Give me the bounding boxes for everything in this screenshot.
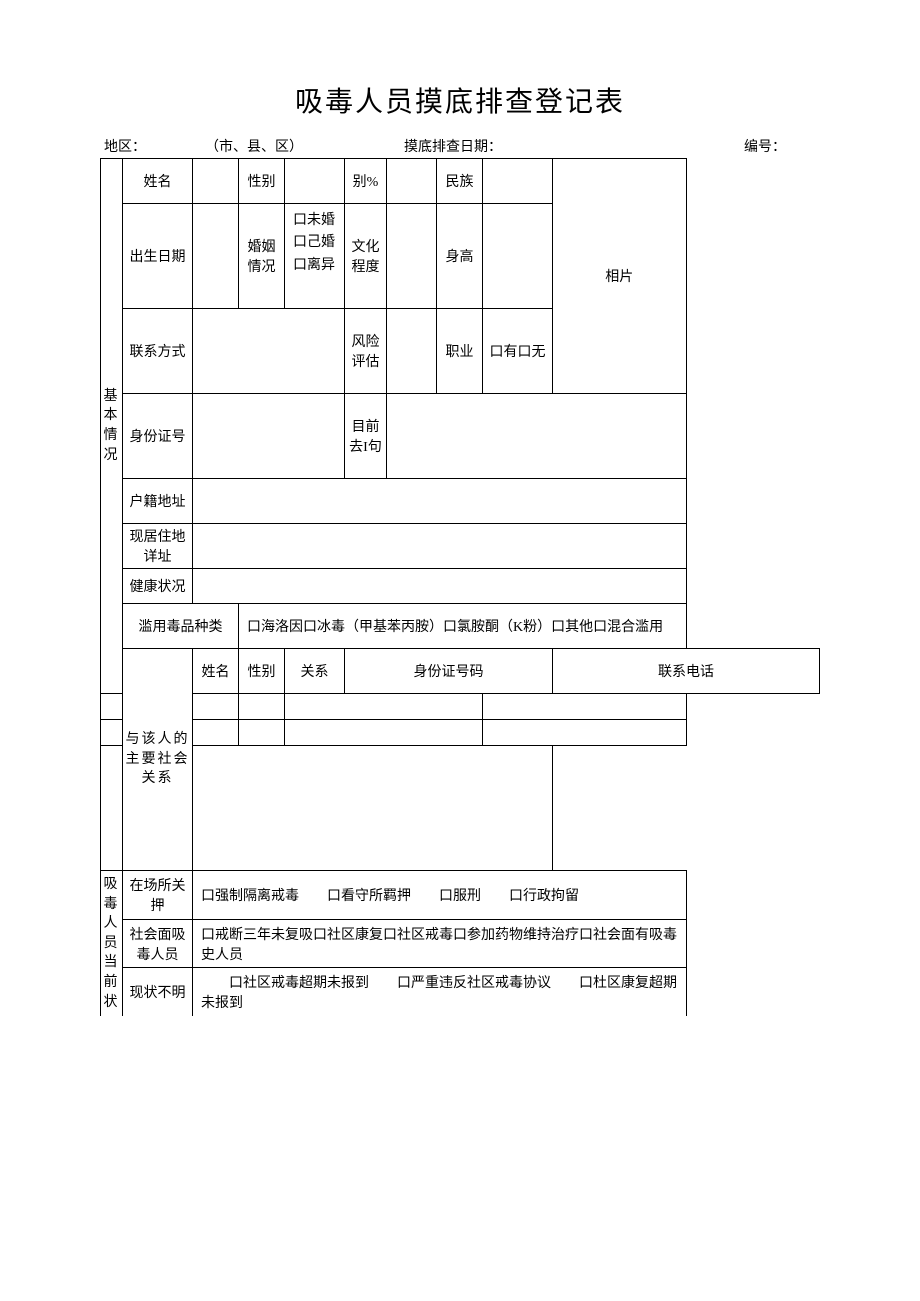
field-idno[interactable] (193, 394, 345, 479)
label-sex: 性别 (239, 159, 285, 204)
field-risk[interactable] (387, 309, 437, 394)
label-name: 姓名 (123, 159, 193, 204)
field-sex[interactable] (285, 159, 345, 204)
label-occupation: 职业 (437, 309, 483, 394)
form-table: 基本情况 姓名 性别 别% 民族 相片 出生日期 婚姻情况 口未婚 口己婚 口离… (100, 158, 820, 1016)
date-label: 摸底排查日期： (404, 136, 564, 156)
field-ethnic[interactable] (483, 159, 553, 204)
rel-hdr-phone: 联系电话 (553, 649, 820, 694)
field-contact[interactable] (193, 309, 345, 394)
photo-box: 相片 (553, 159, 687, 394)
label-dob: 出生日期 (123, 204, 193, 309)
field-health[interactable] (193, 569, 687, 604)
label-community: 社会面吸毒人员 (123, 919, 193, 968)
rel-row[interactable] (101, 694, 820, 720)
region-suffix: （市、县、区） (164, 136, 344, 156)
field-whereabouts[interactable] (387, 394, 687, 479)
rel-hdr-relation: 关系 (285, 649, 345, 694)
rel-row[interactable] (101, 720, 820, 746)
label-hukou: 户籍地址 (123, 479, 193, 524)
section-basic: 基本情况 (101, 159, 123, 694)
field-dob[interactable] (193, 204, 239, 309)
label-height: 身高 (437, 204, 483, 309)
field-edu[interactable] (387, 204, 437, 309)
label-address: 现居住地详址 (123, 524, 193, 569)
field-hukou[interactable] (193, 479, 687, 524)
label-edu: 文化程度 (345, 204, 387, 309)
label-ethnic: 民族 (437, 159, 483, 204)
label-risk: 风险评估 (345, 309, 387, 394)
rel-hdr-sex: 性别 (239, 649, 285, 694)
options-community[interactable]: 口戒断三年未复吸口社区康复口社区戒毒口参加药物维持治疗口社会面有吸毒史人员 (193, 919, 687, 968)
region-label: 地区： (104, 136, 164, 156)
label-extra: 别% (345, 159, 387, 204)
field-extra[interactable] (387, 159, 437, 204)
label-unknown: 现状不明 (123, 968, 193, 1016)
label-marital: 婚姻情况 (239, 204, 285, 309)
rel-hdr-id: 身份证号码 (345, 649, 553, 694)
label-idno: 身份证号 (123, 394, 193, 479)
meta-row: 地区： （市、县、区） 摸底排查日期： 编号： (100, 136, 820, 156)
label-drug: 滥用毒品种类 (123, 604, 239, 649)
page-title: 吸毒人员摸底排查登记表 (100, 80, 820, 120)
label-whereabouts: 目前去I句 (345, 394, 387, 479)
label-in-custody: 在场所关押 (123, 871, 193, 920)
options-occupation[interactable]: 口有口无 (483, 309, 553, 394)
field-name[interactable] (193, 159, 239, 204)
label-contact: 联系方式 (123, 309, 193, 394)
options-drug[interactable]: 口海洛因口冰毒（甲基苯丙胺）口氯胺酮（K粉）口其他口混合滥用 (239, 604, 687, 649)
serial-label: 编号： (744, 136, 786, 156)
field-height[interactable] (483, 204, 553, 309)
options-marital[interactable]: 口未婚 口己婚 口离异 (285, 204, 345, 309)
label-health: 健康状况 (123, 569, 193, 604)
options-in-custody[interactable]: 口强制隔离戒毒 口看守所羁押 口服刑 口行政拘留 (193, 871, 687, 920)
field-address[interactable] (193, 524, 687, 569)
rel-hdr-name: 姓名 (193, 649, 239, 694)
section-status: 吸毒人员当前状 (101, 871, 123, 1017)
options-unknown[interactable]: 口社区戒毒超期未报到 口严重违反社区戒毒协议 口杜区康复超期未报到 (193, 968, 687, 1016)
